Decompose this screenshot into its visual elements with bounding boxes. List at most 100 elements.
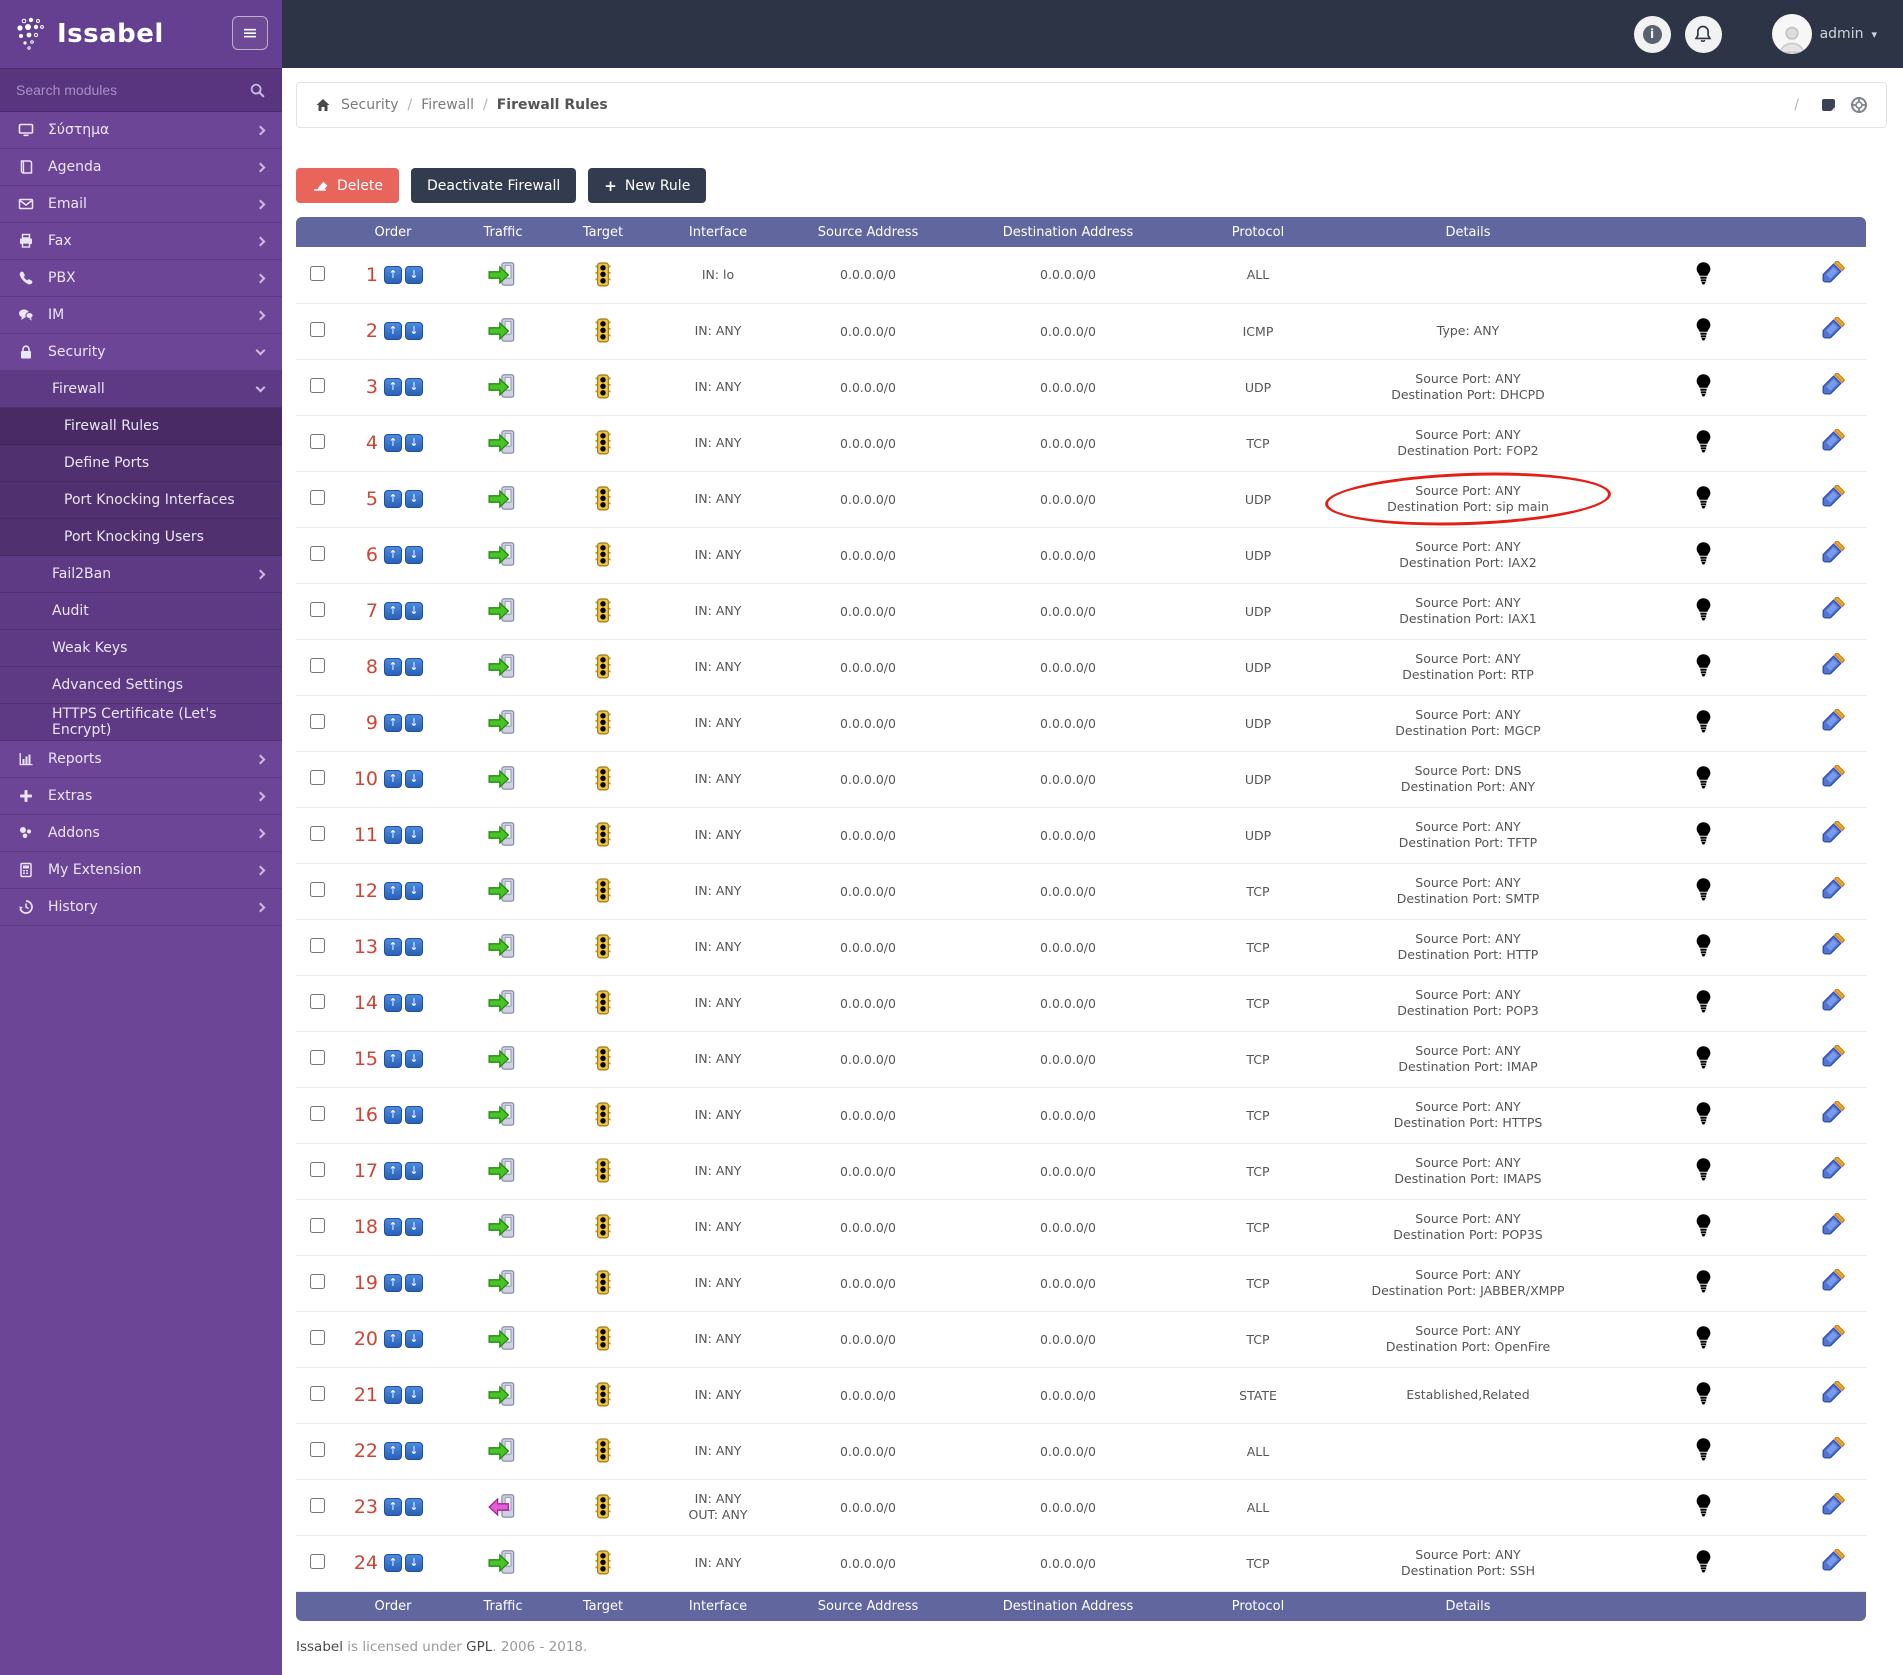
- rule-enabled-bulb[interactable]: [1694, 485, 1713, 510]
- edit-rule-icon[interactable]: [1820, 821, 1845, 846]
- edit-rule-icon[interactable]: [1820, 989, 1845, 1014]
- row-checkbox[interactable]: [309, 602, 325, 617]
- sidebar-item-firewall-rules[interactable]: Firewall Rules: [0, 408, 282, 445]
- move-up-button[interactable]: ↑: [384, 826, 402, 844]
- edit-rule-icon[interactable]: [1820, 1045, 1845, 1070]
- move-up-button[interactable]: ↑: [384, 1442, 402, 1460]
- edit-rule-icon[interactable]: [1820, 485, 1845, 510]
- breadcrumb-firewall[interactable]: Firewall: [421, 97, 474, 113]
- move-up-button[interactable]: ↑: [384, 1162, 402, 1180]
- sidebar-item-fax[interactable]: Fax: [0, 223, 282, 260]
- sidebar-item-define-ports[interactable]: Define Ports: [0, 445, 282, 482]
- move-up-button[interactable]: ↑: [384, 994, 402, 1012]
- row-checkbox[interactable]: [309, 1442, 325, 1457]
- rule-enabled-bulb[interactable]: [1694, 1325, 1713, 1350]
- sidebar-item-addons[interactable]: Addons: [0, 815, 282, 852]
- move-up-button[interactable]: ↑: [384, 882, 402, 900]
- rule-enabled-bulb[interactable]: [1694, 261, 1713, 286]
- move-up-button[interactable]: ↑: [384, 1498, 402, 1516]
- row-checkbox[interactable]: [309, 265, 325, 281]
- edit-rule-icon[interactable]: [1820, 765, 1845, 790]
- edit-rule-icon[interactable]: [1820, 1269, 1845, 1294]
- user-menu[interactable]: admin ▾: [1771, 14, 1877, 54]
- move-down-button[interactable]: ↓: [405, 1386, 423, 1404]
- sidebar-item-fail2ban[interactable]: Fail2Ban: [0, 556, 282, 593]
- row-checkbox[interactable]: [309, 882, 325, 897]
- move-up-button[interactable]: ↑: [384, 1554, 402, 1572]
- rule-enabled-bulb[interactable]: [1694, 989, 1713, 1014]
- move-up-button[interactable]: ↑: [384, 1050, 402, 1068]
- move-down-button[interactable]: ↓: [405, 265, 423, 284]
- sidebar-item-advanced-settings[interactable]: Advanced Settings: [0, 667, 282, 704]
- edit-rule-icon[interactable]: [1820, 1549, 1845, 1574]
- row-checkbox[interactable]: [309, 770, 325, 785]
- move-down-button[interactable]: ↓: [405, 1330, 423, 1348]
- move-down-button[interactable]: ↓: [405, 1050, 423, 1068]
- row-checkbox[interactable]: [309, 378, 325, 393]
- info-button[interactable]: i: [1633, 15, 1671, 53]
- edit-rule-icon[interactable]: [1820, 1157, 1845, 1182]
- move-down-button[interactable]: ↓: [405, 938, 423, 956]
- sidebar-item-firewall[interactable]: Firewall: [0, 371, 282, 408]
- move-down-button[interactable]: ↓: [405, 1106, 423, 1124]
- rule-enabled-bulb[interactable]: [1694, 877, 1713, 902]
- row-checkbox[interactable]: [309, 1218, 325, 1233]
- row-checkbox[interactable]: [309, 1050, 325, 1065]
- move-down-button[interactable]: ↓: [405, 378, 423, 396]
- edit-rule-icon[interactable]: [1820, 1381, 1845, 1406]
- move-up-button[interactable]: ↑: [384, 490, 402, 508]
- new-rule-button[interactable]: + New Rule: [588, 168, 707, 203]
- home-icon[interactable]: [315, 97, 331, 113]
- rule-enabled-bulb[interactable]: [1694, 1437, 1713, 1462]
- row-checkbox[interactable]: [309, 994, 325, 1009]
- move-up-button[interactable]: ↑: [384, 658, 402, 676]
- move-down-button[interactable]: ↓: [405, 546, 423, 564]
- move-down-button[interactable]: ↓: [405, 490, 423, 508]
- move-up-button[interactable]: ↑: [384, 602, 402, 620]
- sidebar-item-email[interactable]: Email: [0, 186, 282, 223]
- move-down-button[interactable]: ↓: [405, 826, 423, 844]
- move-down-button[interactable]: ↓: [405, 1498, 423, 1516]
- edit-rule-icon[interactable]: [1820, 709, 1845, 734]
- rule-enabled-bulb[interactable]: [1694, 1493, 1713, 1518]
- edit-rule-icon[interactable]: [1820, 261, 1845, 286]
- edit-rule-icon[interactable]: [1820, 877, 1845, 902]
- move-up-button[interactable]: ↑: [384, 1386, 402, 1404]
- move-up-button[interactable]: ↑: [384, 714, 402, 732]
- rule-enabled-bulb[interactable]: [1694, 653, 1713, 678]
- row-checkbox[interactable]: [309, 1106, 325, 1121]
- edit-rule-icon[interactable]: [1820, 1437, 1845, 1462]
- edit-rule-icon[interactable]: [1820, 933, 1845, 958]
- rule-enabled-bulb[interactable]: [1694, 765, 1713, 790]
- rule-enabled-bulb[interactable]: [1694, 1157, 1713, 1182]
- search-input[interactable]: [16, 82, 249, 98]
- row-checkbox[interactable]: [309, 1386, 325, 1401]
- move-down-button[interactable]: ↓: [405, 714, 423, 732]
- delete-button[interactable]: Delete: [296, 168, 399, 203]
- rule-enabled-bulb[interactable]: [1694, 541, 1713, 566]
- edit-rule-icon[interactable]: [1820, 1325, 1845, 1350]
- row-checkbox[interactable]: [309, 1162, 325, 1177]
- sidebar-item-port-knocking-interfaces[interactable]: Port Knocking Interfaces: [0, 482, 282, 519]
- move-down-button[interactable]: ↓: [405, 658, 423, 676]
- edit-rule-icon[interactable]: [1820, 653, 1845, 678]
- rule-enabled-bulb[interactable]: [1694, 373, 1713, 398]
- move-up-button[interactable]: ↑: [384, 1106, 402, 1124]
- move-down-button[interactable]: ↓: [405, 1442, 423, 1460]
- rule-enabled-bulb[interactable]: [1694, 1381, 1713, 1406]
- move-down-button[interactable]: ↓: [405, 602, 423, 620]
- move-up-button[interactable]: ↑: [384, 265, 402, 284]
- move-up-button[interactable]: ↑: [384, 378, 402, 396]
- help-lifering-icon[interactable]: [1850, 96, 1868, 114]
- sidebar-item-extras[interactable]: Extras: [0, 778, 282, 815]
- row-checkbox[interactable]: [309, 546, 325, 561]
- row-checkbox[interactable]: [309, 938, 325, 953]
- move-up-button[interactable]: ↑: [384, 546, 402, 564]
- rule-enabled-bulb[interactable]: [1694, 1101, 1713, 1126]
- move-down-button[interactable]: ↓: [405, 322, 423, 340]
- rule-enabled-bulb[interactable]: [1694, 933, 1713, 958]
- edit-rule-icon[interactable]: [1820, 429, 1845, 454]
- sidebar-item-weak-keys[interactable]: Weak Keys: [0, 630, 282, 667]
- sidebar-item-reports[interactable]: Reports: [0, 741, 282, 778]
- rule-enabled-bulb[interactable]: [1694, 1213, 1713, 1238]
